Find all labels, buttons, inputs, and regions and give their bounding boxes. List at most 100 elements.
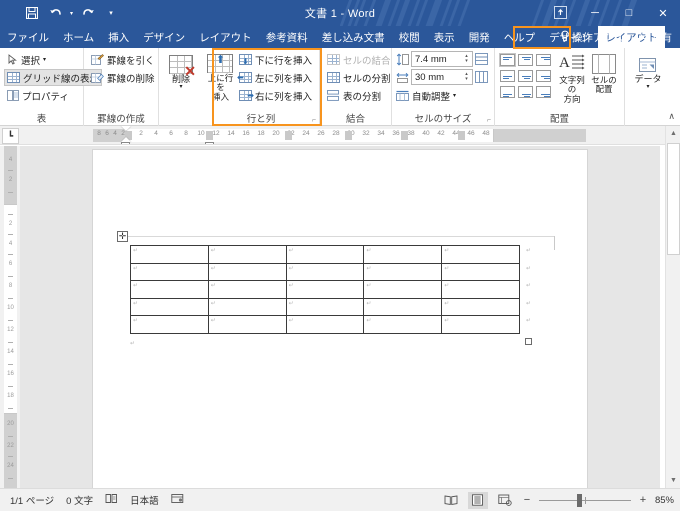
table-row[interactable]: ↵ ↵ ↵ ↵ ↵ ↵: [130, 297, 531, 317]
vertical-scrollbar[interactable]: ▲ ▼: [665, 126, 680, 488]
horizontal-ruler[interactable]: 8 6 4 2 2 4 6 8 10 12 14 16 18 20 22 24 …: [0, 126, 680, 145]
right-indent-marker[interactable]: [205, 142, 214, 144]
scroll-down-icon[interactable]: ▼: [666, 473, 680, 488]
align-bottom-center-button[interactable]: [517, 85, 534, 99]
table-cell[interactable]: ↵: [285, 297, 365, 317]
table-cell[interactable]: ↵: [130, 262, 209, 282]
scroll-up-icon[interactable]: ▲: [666, 126, 680, 141]
table-cell[interactable]: ↵: [285, 280, 365, 299]
table-cell[interactable]: ↵: [363, 280, 443, 299]
print-layout-button[interactable]: [467, 491, 488, 509]
tab-review[interactable]: 校閲: [392, 26, 427, 48]
zoom-in-button[interactable]: +: [638, 494, 648, 506]
table-cell[interactable]: ↵ ↵: [441, 280, 531, 299]
page-number-status[interactable]: 1/1 ページ: [10, 493, 54, 507]
eraser-button[interactable]: 罫線の削除: [88, 69, 158, 86]
table-cell[interactable]: ↵ ↵: [441, 297, 531, 317]
insert-right-button[interactable]: ➡ 右に列を挿入: [236, 87, 315, 104]
tab-view[interactable]: 表示: [427, 26, 462, 48]
undo-icon[interactable]: [45, 2, 65, 24]
align-top-right-button[interactable]: [535, 53, 552, 67]
align-middle-right-button[interactable]: [535, 69, 552, 83]
rows-columns-dialog-launcher[interactable]: ⌐: [312, 117, 316, 124]
table-row[interactable]: ↵ ↵ ↵ ↵ ↵ ↵: [130, 245, 531, 264]
table-cell[interactable]: ↵: [363, 315, 443, 334]
table-resize-handle[interactable]: [525, 337, 532, 345]
table-cell[interactable]: ↵: [363, 262, 443, 282]
read-mode-button[interactable]: [441, 492, 461, 509]
macro-record-icon[interactable]: [170, 493, 184, 507]
first-line-indent-marker[interactable]: [121, 126, 131, 131]
minimize-button[interactable]: ─: [578, 0, 612, 26]
table-cell[interactable]: ↵: [363, 245, 443, 264]
word-count-status[interactable]: 0 文字: [66, 493, 93, 507]
table-cell[interactable]: ↵ ↵: [441, 262, 531, 282]
text-direction-button[interactable]: A 文字列の 方向: [556, 53, 588, 108]
zoom-slider-thumb[interactable]: [576, 493, 582, 507]
align-bottom-left-button[interactable]: [499, 85, 516, 99]
table-row[interactable]: ↵ ↵ ↵ ↵ ↵ ↵: [130, 315, 531, 334]
merge-cells-button[interactable]: セルの結合: [324, 51, 394, 68]
close-button[interactable]: ✕: [646, 0, 680, 26]
table-column-marker[interactable]: [285, 131, 292, 140]
align-top-left-button[interactable]: [499, 53, 516, 67]
zoom-out-button[interactable]: −: [522, 494, 532, 506]
scrollbar-thumb[interactable]: [667, 143, 680, 255]
table-cell[interactable]: ↵: [285, 262, 365, 282]
table-column-marker[interactable]: [458, 131, 465, 140]
insert-above-button[interactable]: ⬆ 上に行を 挿入: [207, 51, 234, 106]
collapse-ribbon-button[interactable]: ∧: [668, 111, 675, 122]
left-indent-marker[interactable]: [121, 142, 130, 144]
table-cell[interactable]: ↵: [130, 315, 209, 334]
table-column-marker[interactable]: [345, 131, 352, 140]
document-table[interactable]: ↵ ↵ ↵ ↵ ↵ ↵ ↵ ↵ ↵ ↵ ↵ ↵ ↵ ↵ ↵ ↵ ↵ ↵ ↵ ↵ …: [130, 245, 531, 334]
data-button[interactable]: データ ▾: [629, 51, 667, 106]
undo-dropdown-icon[interactable]: ▾: [68, 10, 75, 17]
cell-size-dialog-launcher[interactable]: ⌐: [487, 117, 491, 124]
tell-me-box[interactable]: 操作アシス: [556, 26, 628, 48]
customize-qat-icon[interactable]: ▾: [101, 2, 121, 24]
table-column-marker[interactable]: [206, 131, 213, 140]
table-cell[interactable]: ↵ ↵: [441, 245, 531, 264]
table-row[interactable]: ↵ ↵ ↵ ↵ ↵ ↵: [130, 280, 531, 299]
table-cell[interactable]: ↵: [207, 245, 287, 264]
insert-below-button[interactable]: ⬇ 下に行を挿入: [236, 51, 315, 68]
delete-table-button[interactable]: ✕ 削除 ▾: [163, 51, 199, 106]
align-middle-left-button[interactable]: [499, 69, 516, 83]
split-cells-button[interactable]: セルの分割: [324, 69, 394, 86]
tab-home[interactable]: ホーム: [56, 26, 101, 48]
table-cell[interactable]: ↵: [130, 245, 209, 264]
language-status[interactable]: 日本語: [130, 493, 159, 507]
document-page[interactable]: ✛ ↵ ↵ ↵ ↵ ↵ ↵ ↵ ↵ ↵ ↵ ↵ ↵ ↵ ↵ ↵ ↵ ↵ ↵ ↵ …: [93, 150, 587, 488]
table-cell[interactable]: ↵: [285, 315, 365, 334]
tab-file[interactable]: ファイル: [0, 26, 56, 48]
vertical-ruler[interactable]: 4 2 2 4 6 8 10 12 14 16 18 20 22 24: [0, 146, 20, 488]
web-layout-button[interactable]: [495, 492, 515, 509]
tab-references[interactable]: 参考資料: [259, 26, 315, 48]
save-icon[interactable]: [22, 2, 42, 24]
zoom-slider[interactable]: [538, 493, 631, 507]
zoom-level-label[interactable]: 85%: [655, 495, 674, 506]
align-middle-center-button[interactable]: [517, 69, 534, 83]
split-table-button[interactable]: 表の分割: [324, 87, 394, 104]
table-cell[interactable]: ↵: [130, 280, 209, 299]
distribute-rows-icon[interactable]: [475, 53, 488, 65]
tab-stop-selector[interactable]: ┗: [2, 128, 19, 144]
ribbon-display-options-icon[interactable]: [552, 4, 568, 20]
maximize-button[interactable]: □: [612, 0, 646, 26]
tab-developer[interactable]: 開発: [462, 26, 497, 48]
tab-insert[interactable]: 挿入: [101, 26, 136, 48]
table-cell[interactable]: ↵: [207, 262, 287, 282]
distribute-columns-icon[interactable]: [475, 71, 488, 83]
table-row[interactable]: ↵ ↵ ↵ ↵ ↵ ↵: [130, 262, 531, 282]
redo-icon[interactable]: [78, 2, 98, 24]
insert-left-button[interactable]: ⬅ 左に列を挿入: [236, 69, 315, 86]
share-button[interactable]: 共有: [634, 26, 676, 48]
table-move-handle[interactable]: ✛: [117, 231, 128, 242]
align-bottom-right-button[interactable]: [535, 85, 552, 99]
proofing-errors-icon[interactable]: [105, 493, 118, 507]
tab-design[interactable]: デザイン: [136, 26, 192, 48]
autofit-button[interactable]: 自動調整 ▾: [396, 87, 488, 104]
table-column-marker[interactable]: [401, 131, 408, 140]
table-cell[interactable]: ↵: [130, 297, 209, 317]
